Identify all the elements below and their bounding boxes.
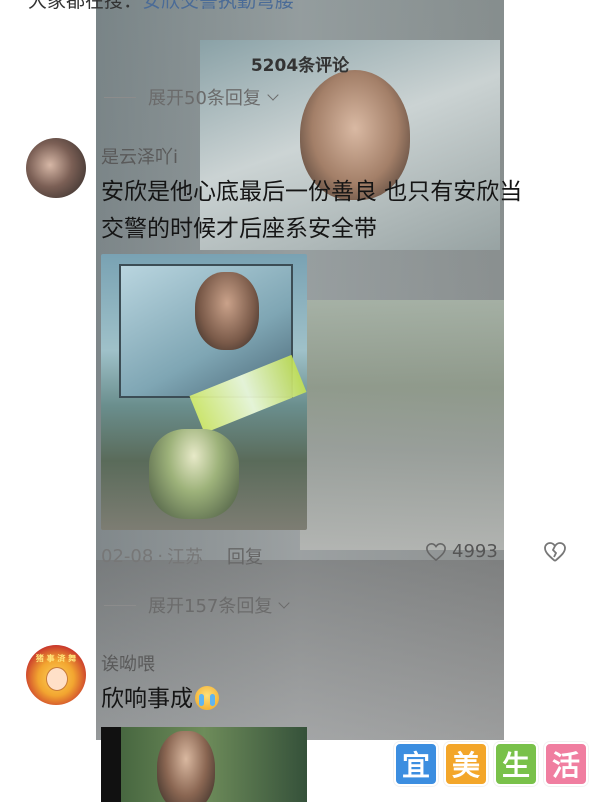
expand-replies-label: 展开50条回复 <box>148 88 261 109</box>
search-suggestion-prefix: 大家都在搜： <box>28 0 143 12</box>
like-button[interactable]: 4993 <box>425 541 498 562</box>
like-count: 4993 <box>452 541 498 562</box>
image-officer-figure <box>149 429 239 519</box>
heart-icon <box>426 542 446 561</box>
comment-username[interactable]: 是云泽吖i <box>101 143 178 169</box>
watermark-char: 生 <box>494 742 538 786</box>
comment-text-line: 安欣是他心底最后一份善良 也只有安欣当 <box>101 179 523 205</box>
expand-replies-button[interactable]: 展开50条回复 <box>104 84 279 110</box>
comment-date: 02-08 <box>101 545 154 567</box>
meta-separator: · <box>157 545 164 567</box>
watermark-logo: 宜 美 生 活 <box>394 742 588 786</box>
avatar-face <box>46 667 68 691</box>
image-driver-figure <box>195 272 259 350</box>
comment-text-body: 欣响事成 <box>101 686 193 712</box>
divider-line <box>104 604 136 606</box>
divider-line <box>104 96 136 98</box>
image-dark-edge <box>101 727 121 802</box>
search-suggestion[interactable]: 大家都在搜：安欣交警执勤弯腰 <box>28 0 294 13</box>
image-man-figure <box>157 731 215 802</box>
background-street-scene <box>300 300 504 550</box>
chevron-down-icon <box>278 596 291 609</box>
watermark-char: 活 <box>544 742 588 786</box>
watermark-char: 宜 <box>394 742 438 786</box>
comment-username[interactable]: 诶呦喂 <box>101 650 155 676</box>
comment-image[interactable] <box>101 254 307 530</box>
avatar-text: 猪 事 済 舞 <box>35 654 77 663</box>
comments-count-title: 5204条评论 <box>250 56 350 76</box>
avatar[interactable]: 猪 事 済 舞 <box>26 645 86 705</box>
comment-image[interactable] <box>101 727 307 802</box>
expand-replies-button[interactable]: 展开157条回复 <box>104 592 291 618</box>
crying-emoji-icon <box>195 686 219 710</box>
comment-text-line: 交警的时候才后座系安全带 <box>101 216 377 242</box>
broken-heart-icon <box>544 542 566 562</box>
reply-button[interactable]: 回复 <box>227 543 263 569</box>
comment-text: 欣响事成 <box>101 681 219 718</box>
comment-text: 安欣是他心底最后一份善良 也只有安欣当 交警的时候才后座系安全带 <box>101 174 522 248</box>
avatar[interactable] <box>26 138 86 198</box>
chevron-down-icon <box>267 88 279 101</box>
comment-meta: 02-08 · 江苏 回复 <box>101 543 263 569</box>
dislike-button[interactable] <box>543 541 567 567</box>
comment-location: 江苏 <box>167 547 204 568</box>
expand-replies-label: 展开157条回复 <box>148 596 273 617</box>
watermark-char: 美 <box>444 742 488 786</box>
search-suggestion-query[interactable]: 安欣交警执勤弯腰 <box>142 0 294 12</box>
